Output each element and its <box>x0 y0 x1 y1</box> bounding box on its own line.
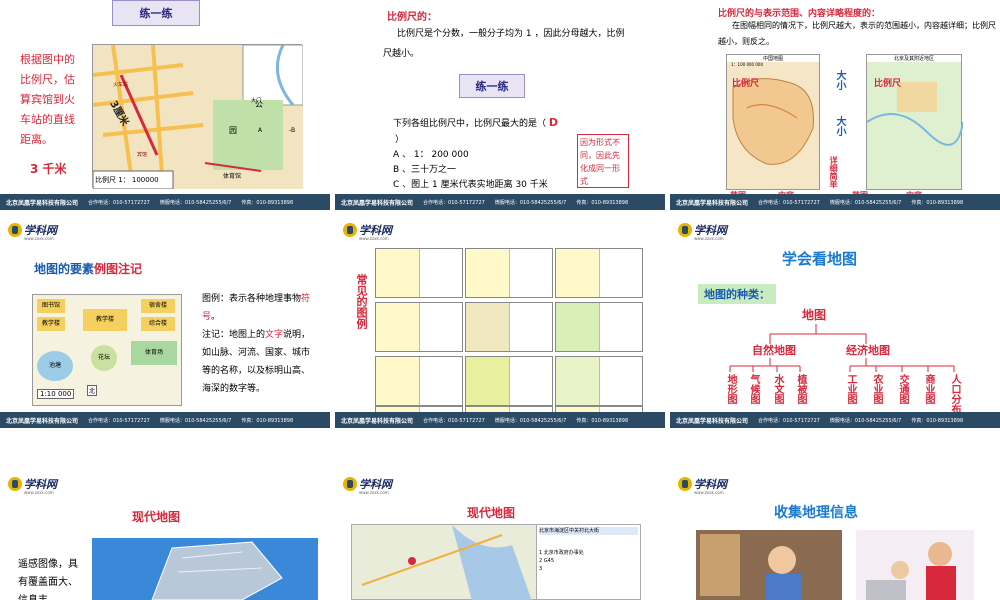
tree-natural: 自然地图 <box>752 344 796 357</box>
legend-tile <box>465 356 553 406</box>
slide-7-thumbnail[interactable]: 学科网www.zxxk.com 现代地图 遥感图像，具有覆盖面大、信息丰 <box>0 472 330 600</box>
result-item[interactable]: 1 北京市政府办事处 <box>539 549 638 557</box>
point-b: -B <box>289 127 296 134</box>
slide-footer: 北京凤凰学易科技有限公司 合作电话：010-57172727 微服电话：010-58… <box>670 412 1000 428</box>
tree-root: 地图 <box>802 308 827 322</box>
search-result-panel: 北京市海淀区中关村北大街 1 北京市政府办事处 2 G45 3 <box>536 525 640 599</box>
question-text: 根据图中的比例尺，估算宾馆到火车站的直线距离。 <box>20 53 75 146</box>
north-arrow-icon: 北 <box>87 385 98 396</box>
legend-tile <box>375 356 463 406</box>
legend-tile <box>555 302 643 352</box>
slide-4-thumbnail[interactable]: 学科网 www.zxxk.com 地图的要素例图注记 图书馆 宿舍楼 教学楼 综合… <box>0 218 330 428</box>
legend-tile <box>555 356 643 406</box>
option-list: A 、 1： 200 000 B 、三十万之一 C 、图上 1 厘米代表实地距离… <box>393 148 548 193</box>
legend-tile <box>465 302 553 352</box>
web-map-screenshot: 北京市海淀区中关村北大街 1 北京市政府办事处 2 G45 3 <box>351 524 641 600</box>
modern-map-title: 现代地图 <box>132 510 181 524</box>
legend-tile <box>375 302 463 352</box>
gym-label: 体育馆 <box>223 173 242 180</box>
slide-footer: 北京凤凰学易科技有限公司 合作电话：010-57172727 微服电话：010-58… <box>670 194 1000 210</box>
photo-computer-girls <box>856 530 974 600</box>
modern-map-title: 现代地图 <box>467 506 516 520</box>
option-c: C 、图上 1 厘米代表实地距离 30 千米 <box>393 180 548 190</box>
xuekewang-logo: 学科网 www.zxxk.com <box>8 222 57 241</box>
legend-tile <box>465 248 553 298</box>
city-map: 火车站 宾馆 体育馆 大门 公 园 A -B 3厘米 比例尺 1： 100000 <box>92 44 304 190</box>
result-item[interactable]: 2 G45 <box>539 557 638 565</box>
xuekewang-logo: 学科网 www.zxxk.com <box>8 476 57 495</box>
xuekewang-logo: 学科网 www.zxxk.com <box>678 476 727 495</box>
point-a: A <box>258 127 263 134</box>
slide-9-thumbnail[interactable]: 学科网 www.zxxk.com 收集地理信息 <box>670 472 1000 600</box>
scale-relation-desc: 在图幅相同的情况下，比例尺越大，表示的范围越小，内容越详细；比例尺越小，则反之。 <box>718 21 996 46</box>
scale-desc: 比例尺是个分数，一般分子均为 1 ，因此分母越大，比例尺越小。 <box>383 29 625 59</box>
logo-icon <box>343 223 357 237</box>
slide-2-thumbnail[interactable]: 比例尺的： 比例尺是个分数，一般分子均为 1 ，因此分母越大，比例尺越小。 练一… <box>335 0 665 210</box>
slide-8-thumbnail[interactable]: 学科网 www.zxxk.com 现代地图 北京市海淀区中关村北大街 1 北京市政… <box>335 472 665 600</box>
search-title[interactable]: 北京市海淀区中关村北大街 <box>539 527 638 535</box>
scale-title: 比例尺的： <box>387 12 437 23</box>
map-scale: 比例尺 1： 100000 <box>95 176 159 184</box>
elements-title: 地图的要素例图注记 <box>34 262 143 276</box>
result-item[interactable]: 3 <box>539 565 638 573</box>
remote-sensing-image <box>92 538 318 600</box>
logo-icon <box>678 477 692 491</box>
slide-footer: 北京凤凰学易科技有限公司 合作电话：010-57172727 微服电话：010-58… <box>335 194 665 210</box>
park-label-1: 公 <box>255 100 263 109</box>
legend-explanation: 图例：表示各种地理事物符号。 注记：地图上的文字说明，如山脉、河流、国家、城市等… <box>202 294 311 394</box>
logo-icon <box>343 477 357 491</box>
hint-box: 因为形式不同，因此先化成同一形式 <box>577 134 629 188</box>
practice-tag: 练一练 <box>112 0 200 26</box>
slide-footer: 北京凤凰学易科技有限公司 合作电话：010-57172727 微服电话：010-58… <box>0 412 330 428</box>
slide-footer: 北京凤凰学易科技有限公司 合作电话：010-57172727 微服电话：010-58… <box>335 412 665 428</box>
legend-tile <box>555 248 643 298</box>
logo-icon <box>8 477 22 491</box>
campus-map-scale: 1:10 000 <box>37 389 75 399</box>
slide-1-thumbnail[interactable]: 练一练 根据图中的比例尺，估算宾馆到火车站的直线距离。 3 千米 火车站 宾馆 … <box>0 0 330 210</box>
campus-map: 图书馆 宿舍楼 教学楼 综合楼 教学楼 池塘 花坛 体育场 1:10 000 北 <box>32 294 182 406</box>
option-b: B 、三十万之一 <box>393 165 457 175</box>
xuekewang-logo: 学科网 www.zxxk.com <box>343 476 392 495</box>
xuekewang-logo: 学科网 www.zxxk.com <box>343 222 392 241</box>
slide-6-thumbnail[interactable]: 学科网 www.zxxk.com 学会看地图 地图的种类： 地图 自然地图 经济地… <box>670 218 1000 428</box>
hotel-label: 宾馆 <box>137 152 148 158</box>
legend-tile <box>375 248 463 298</box>
photo-library-boy <box>696 530 842 600</box>
question-text: 下列各组比例尺中，比例尺最大的是（ D <box>393 116 559 129</box>
slide-5-thumbnail[interactable]: 学科网 www.zxxk.com 常见的图例 北京凤凰学易科技有限公司 合作电话：0… <box>335 218 665 428</box>
answer-text: 3 千米 <box>30 162 67 176</box>
station-label: 火车站 <box>113 82 129 88</box>
beijing-map: 北京及其附近地区 <box>866 54 964 190</box>
park-label-2: 园 <box>229 126 237 135</box>
tree-economic: 经济地图 <box>846 344 890 357</box>
option-a: A 、 1： 200 000 <box>393 150 469 160</box>
slide-3-thumbnail[interactable]: 比例尺的与表示范围、内容详略程度的： 在图幅相同的情况下，比例尺越大，表示的范围… <box>670 0 1000 210</box>
collect-info-title: 收集地理信息 <box>774 505 858 521</box>
legend-side-title: 常见的图例 <box>355 274 368 329</box>
logo-icon <box>8 223 22 237</box>
slide-footer: 北京凤凰学易科技有限公司 合作电话：010-57172727 微服电话：010-58… <box>0 194 330 210</box>
practice-tag: 练一练 <box>459 74 525 98</box>
china-map: 中国地图 1：100 000 000 <box>726 54 820 190</box>
remote-sensing-desc: 遥感图像，具有覆盖面大、信息丰 <box>18 559 78 600</box>
